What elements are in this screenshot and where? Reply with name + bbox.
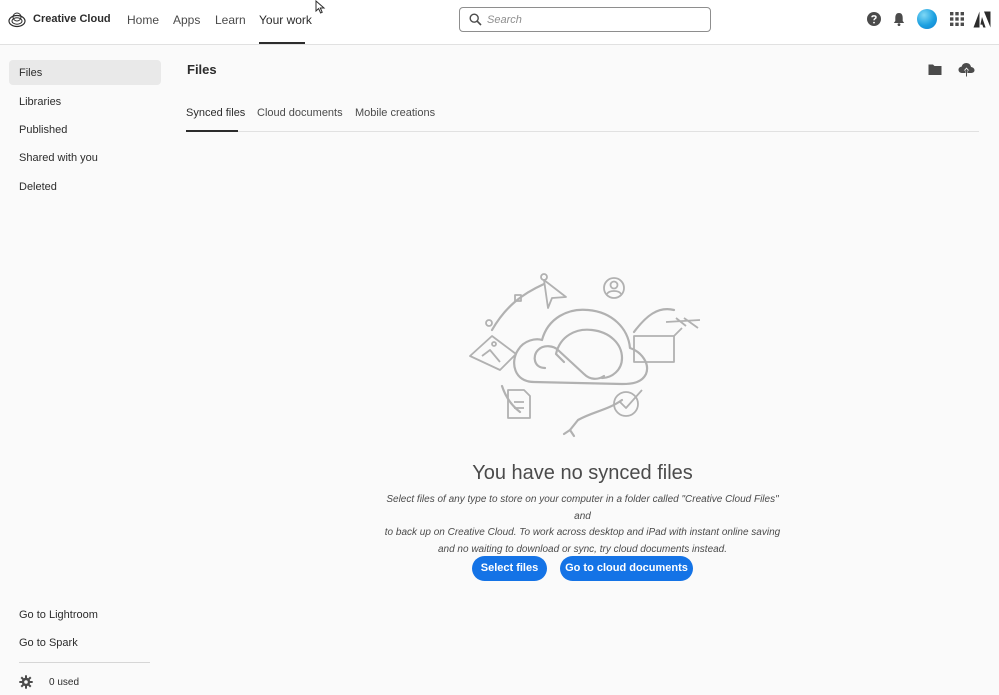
folder-icon[interactable]: [928, 63, 942, 76]
mouse-cursor-icon: [315, 0, 326, 14]
avatar[interactable]: [917, 9, 937, 29]
sidebar-item-shared[interactable]: Shared with you: [9, 145, 161, 170]
go-to-spark-link[interactable]: Go to Spark: [19, 637, 78, 649]
nav-home[interactable]: Home: [127, 13, 159, 27]
empty-state-description-line: Select files of any type to store on you…: [386, 494, 779, 522]
bell-icon[interactable]: [891, 11, 907, 27]
sidebar-item-published[interactable]: Published: [9, 117, 161, 142]
adobe-logo-icon[interactable]: [973, 11, 991, 28]
apps-grid-icon[interactable]: [949, 11, 965, 27]
empty-state-title: You have no synced files: [472, 462, 693, 484]
empty-state-illustration: [469, 273, 701, 438]
storage-usage: 0 used: [49, 677, 80, 688]
go-to-lightroom-link[interactable]: Go to Lightroom: [19, 609, 98, 621]
help-icon[interactable]: [866, 11, 882, 27]
sidebar-item-deleted[interactable]: Deleted: [9, 174, 161, 199]
tabs-divider: [186, 131, 979, 132]
sidebar: Files Libraries Published Shared with yo…: [0, 45, 170, 695]
search-icon: [469, 13, 482, 26]
tab-mobile-creations[interactable]: Mobile creations: [355, 107, 435, 119]
creative-cloud-logo-icon[interactable]: [8, 11, 26, 29]
brand-name[interactable]: Creative Cloud: [33, 13, 111, 25]
tab-cloud-documents[interactable]: Cloud documents: [257, 107, 343, 119]
sidebar-item-libraries[interactable]: Libraries: [9, 89, 161, 114]
cloud-upload-icon[interactable]: [958, 61, 975, 78]
search-input[interactable]: [487, 11, 702, 28]
top-bar: Creative Cloud Home Apps Learn Your work: [0, 0, 999, 45]
gear-icon[interactable]: [19, 675, 33, 689]
nav-active-indicator: [259, 42, 305, 44]
tab-active-indicator: [186, 130, 238, 132]
empty-state-description: Select files of any type to store on you…: [378, 492, 787, 558]
nav-apps[interactable]: Apps: [173, 13, 200, 27]
nav-learn[interactable]: Learn: [215, 13, 246, 27]
tab-synced-files[interactable]: Synced files: [186, 107, 245, 119]
search-box[interactable]: [459, 7, 711, 32]
go-to-cloud-documents-button[interactable]: Go to cloud documents: [560, 556, 693, 581]
page-title: Files: [187, 62, 217, 77]
nav-your-work[interactable]: Your work: [259, 13, 312, 27]
sidebar-item-files[interactable]: Files: [9, 60, 161, 85]
sidebar-divider: [19, 662, 150, 663]
empty-state-description-line: to back up on Creative Cloud. To work ac…: [384, 527, 781, 538]
select-files-button[interactable]: Select files: [472, 556, 547, 581]
